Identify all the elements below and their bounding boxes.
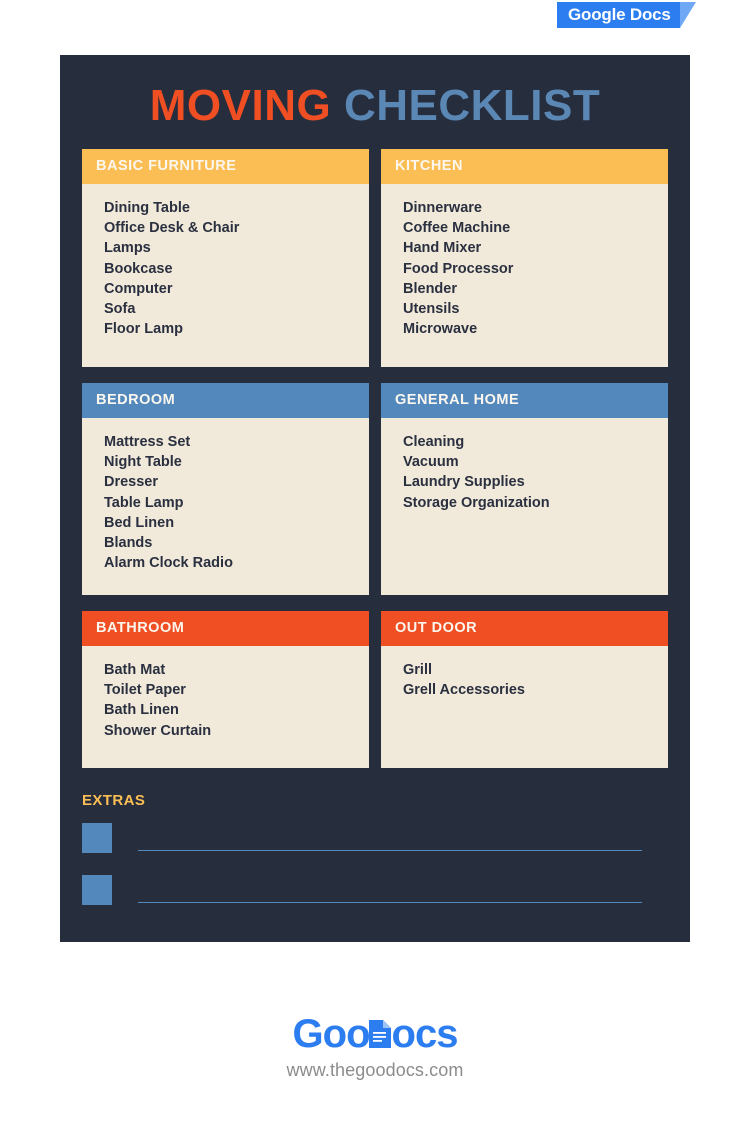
- section-heading-bedroom: BEDROOM: [82, 383, 369, 418]
- list-item[interactable]: Alarm Clock Radio: [104, 553, 355, 573]
- list-item[interactable]: Bookcase: [104, 259, 355, 279]
- list-item[interactable]: Blands: [104, 533, 355, 553]
- google-docs-badge: Google Docs: [557, 2, 696, 28]
- section-body-general-home: Cleaning Vacuum Laundry Supplies Storage…: [381, 418, 668, 595]
- list-item[interactable]: Lamps: [104, 238, 355, 258]
- badge-fold-corner: [679, 2, 696, 28]
- list-item[interactable]: Shower Curtain: [104, 721, 355, 741]
- section-grid-row-1: BASIC FURNITURE Dining Table Office Desk…: [82, 149, 668, 367]
- extras-write-in-line[interactable]: [138, 850, 642, 851]
- document-icon: [367, 1019, 393, 1049]
- section-body-basic-furniture: Dining Table Office Desk & Chair Lamps B…: [82, 184, 369, 367]
- extras-row-2: [82, 875, 668, 905]
- list-item[interactable]: Microwave: [403, 319, 654, 339]
- list-item[interactable]: Hand Mixer: [403, 238, 654, 258]
- checklist-items-basic-furniture: Dining Table Office Desk & Chair Lamps B…: [104, 198, 355, 339]
- google-docs-badge-label: Google Docs: [557, 2, 680, 28]
- list-item[interactable]: Floor Lamp: [104, 319, 355, 339]
- list-item[interactable]: Grill: [403, 660, 654, 680]
- list-item[interactable]: Sofa: [104, 299, 355, 319]
- section-body-bedroom: Mattress Set Night Table Dresser Table L…: [82, 418, 369, 595]
- list-item[interactable]: Vacuum: [403, 452, 654, 472]
- section-heading-general-home: GENERAL HOME: [381, 383, 668, 418]
- list-item[interactable]: Mattress Set: [104, 432, 355, 452]
- section-card-basic-furniture: BASIC FURNITURE Dining Table Office Desk…: [82, 149, 369, 367]
- extras-write-in-line[interactable]: [138, 902, 642, 903]
- list-item[interactable]: Computer: [104, 279, 355, 299]
- section-card-general-home: GENERAL HOME Cleaning Vacuum Laundry Sup…: [381, 383, 668, 595]
- checklist-items-bedroom: Mattress Set Night Table Dresser Table L…: [104, 432, 355, 573]
- title-word-moving: MOVING: [149, 81, 332, 130]
- list-item[interactable]: Table Lamp: [104, 493, 355, 513]
- logo-text-ocs: ocs: [391, 1012, 459, 1056]
- list-item[interactable]: Bed Linen: [104, 513, 355, 533]
- section-body-bathroom: Bath Mat Toilet Paper Bath Linen Shower …: [82, 646, 369, 768]
- list-item[interactable]: Dresser: [104, 472, 355, 492]
- list-item[interactable]: Bath Mat: [104, 660, 355, 680]
- section-body-kitchen: Dinnerware Coffee Machine Hand Mixer Foo…: [381, 184, 668, 367]
- section-card-bathroom: BATHROOM Bath Mat Toilet Paper Bath Line…: [82, 611, 369, 768]
- extras-section: EXTRAS: [82, 792, 668, 905]
- list-item[interactable]: Laundry Supplies: [403, 472, 654, 492]
- list-item[interactable]: Food Processor: [403, 259, 654, 279]
- extras-row-1: [82, 823, 668, 853]
- goodocs-logo: Goo ocs: [292, 1012, 459, 1056]
- section-card-kitchen: KITCHEN Dinnerware Coffee Machine Hand M…: [381, 149, 668, 367]
- checklist-items-kitchen: Dinnerware Coffee Machine Hand Mixer Foo…: [403, 198, 654, 339]
- checklist-page: Google Docs MOVING CHECKLIST BASIC FURNI…: [0, 0, 750, 1144]
- section-heading-kitchen: KITCHEN: [381, 149, 668, 184]
- list-item[interactable]: Night Table: [104, 452, 355, 472]
- list-item[interactable]: Utensils: [403, 299, 654, 319]
- list-item[interactable]: Toilet Paper: [104, 680, 355, 700]
- section-body-out-door: Grill Grell Accessories: [381, 646, 668, 768]
- section-heading-bathroom: BATHROOM: [82, 611, 369, 646]
- footer: Goo ocs www.thegoodocs.com: [0, 1012, 750, 1081]
- dark-frame: MOVING CHECKLIST BASIC FURNITURE Dining …: [60, 55, 690, 942]
- list-item[interactable]: Blender: [403, 279, 654, 299]
- section-grid-row-2: BEDROOM Mattress Set Night Table Dresser…: [82, 383, 668, 595]
- list-item[interactable]: Cleaning: [403, 432, 654, 452]
- page-title: MOVING CHECKLIST: [60, 79, 690, 133]
- section-card-out-door: OUT DOOR Grill Grell Accessories: [381, 611, 668, 768]
- section-heading-basic-furniture: BASIC FURNITURE: [82, 149, 369, 184]
- list-item[interactable]: Coffee Machine: [403, 218, 654, 238]
- title-word-checklist: CHECKLIST: [343, 81, 601, 130]
- list-item[interactable]: Dining Table: [104, 198, 355, 218]
- section-grid-row-3: BATHROOM Bath Mat Toilet Paper Bath Line…: [82, 611, 668, 768]
- list-item[interactable]: Bath Linen: [104, 700, 355, 720]
- checkbox-icon[interactable]: [82, 875, 112, 905]
- section-heading-out-door: OUT DOOR: [381, 611, 668, 646]
- list-item[interactable]: Storage Organization: [403, 493, 654, 513]
- section-card-bedroom: BEDROOM Mattress Set Night Table Dresser…: [82, 383, 369, 595]
- list-item[interactable]: Office Desk & Chair: [104, 218, 355, 238]
- checklist-items-general-home: Cleaning Vacuum Laundry Supplies Storage…: [403, 432, 654, 513]
- list-item[interactable]: Grell Accessories: [403, 680, 654, 700]
- footer-url: www.thegoodocs.com: [286, 1060, 464, 1080]
- checklist-items-out-door: Grill Grell Accessories: [403, 660, 654, 700]
- extras-title: EXTRAS: [82, 792, 146, 809]
- checklist-items-bathroom: Bath Mat Toilet Paper Bath Linen Shower …: [104, 660, 355, 741]
- list-item[interactable]: Dinnerware: [403, 198, 654, 218]
- logo-text-goo: Goo: [292, 1012, 371, 1056]
- checkbox-icon[interactable]: [82, 823, 112, 853]
